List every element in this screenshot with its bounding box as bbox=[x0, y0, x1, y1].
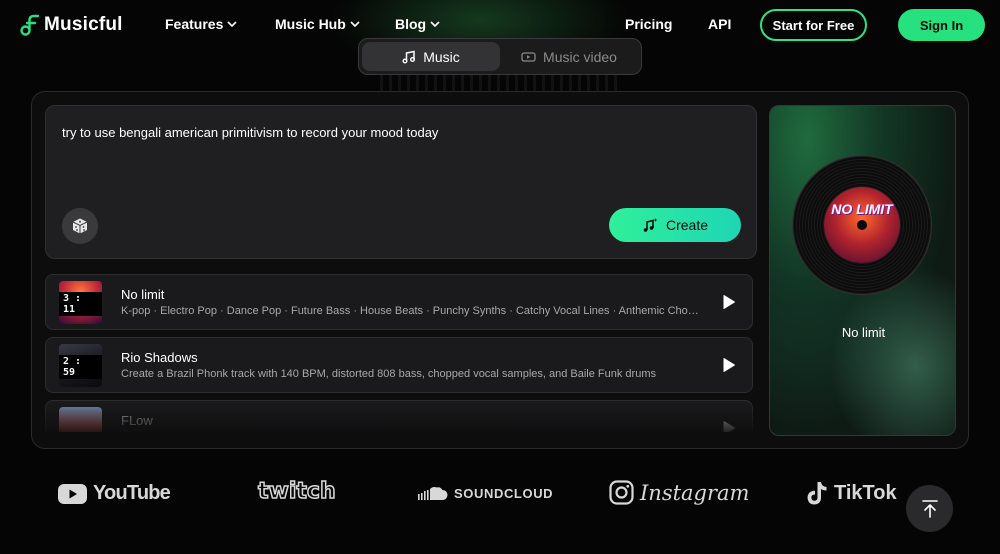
music-sparkle-icon bbox=[643, 218, 658, 232]
track-list: 3 : 11 No limit K-pop · Electro Pop · Da… bbox=[45, 274, 753, 432]
play-icon[interactable] bbox=[722, 294, 736, 310]
create-button-label: Create bbox=[665, 217, 709, 233]
nav-blog-label: Blog bbox=[395, 16, 427, 32]
prompt-box[interactable]: try to use bengali american primitivism … bbox=[45, 105, 757, 259]
logo-text: Musicful bbox=[44, 14, 123, 35]
instagram-label: Instagram bbox=[640, 480, 750, 505]
arrow-up-icon bbox=[921, 499, 938, 518]
tiktok-label: TikTok bbox=[834, 482, 897, 504]
list-item[interactable]: 3 : 11 No limit K-pop · Electro Pop · Da… bbox=[45, 274, 753, 330]
nav-pricing-label: Pricing bbox=[625, 16, 673, 32]
nav-api-label: API bbox=[708, 16, 732, 32]
track-cover: 3 : 11 bbox=[59, 281, 102, 324]
nav-pricing[interactable]: Pricing bbox=[625, 16, 672, 32]
start-free-button[interactable]: Start for Free bbox=[760, 9, 867, 41]
track-cover: 2 : 59 bbox=[59, 344, 102, 387]
preview-track-name: No limit bbox=[841, 325, 886, 340]
instagram-icon bbox=[609, 480, 634, 505]
scroll-to-top-button[interactable] bbox=[906, 485, 953, 532]
sign-in-button[interactable]: Sign In bbox=[898, 9, 985, 41]
track-title: Rio Shadows bbox=[121, 350, 198, 365]
tab-music-video-label: Music video bbox=[543, 48, 617, 65]
play-icon[interactable] bbox=[722, 420, 736, 432]
chevron-down-icon bbox=[227, 21, 237, 28]
twitch-label: twitch bbox=[257, 478, 336, 505]
music-note-icon bbox=[402, 50, 416, 63]
tab-music-video[interactable]: Music video bbox=[500, 42, 638, 71]
list-item[interactable]: FLow bbox=[45, 400, 753, 432]
cover-art-title: NO LIMIT bbox=[831, 201, 893, 217]
chevron-down-icon bbox=[350, 21, 360, 28]
track-cover bbox=[59, 407, 102, 432]
instagram-logo: Instagram bbox=[609, 480, 749, 505]
track-title: FLow bbox=[121, 413, 153, 428]
twitch-logo: twitch bbox=[257, 478, 336, 505]
soundcloud-logo: SOUNDCLOUD bbox=[416, 486, 553, 501]
tab-music[interactable]: Music bbox=[362, 42, 500, 71]
track-duration: 3 : 11 bbox=[59, 292, 102, 316]
video-icon bbox=[521, 51, 536, 62]
soundcloud-label: SOUNDCLOUD bbox=[454, 486, 554, 501]
soundcloud-icon bbox=[418, 487, 448, 500]
nav-api[interactable]: API bbox=[708, 16, 731, 32]
track-description: K-pop · Electro Pop · Dance Pop · Future… bbox=[121, 305, 701, 317]
play-icon[interactable] bbox=[722, 357, 736, 373]
dice-icon bbox=[72, 218, 88, 234]
mode-tabs: Music Music video bbox=[358, 38, 642, 75]
platform-logos: YouTube twitch SOUNDCLOUD Instagram TikT… bbox=[0, 472, 1000, 516]
chevron-down-icon bbox=[430, 21, 440, 28]
generator-panel: try to use bengali american primitivism … bbox=[31, 91, 969, 449]
tab-music-label: Music bbox=[423, 48, 460, 65]
nav-features-label: Features bbox=[165, 16, 224, 32]
random-prompt-button[interactable] bbox=[62, 208, 98, 244]
youtube-logo: YouTube bbox=[58, 482, 171, 505]
vinyl-spindle-hole bbox=[857, 220, 867, 230]
prompt-input[interactable]: try to use bengali american primitivism … bbox=[62, 125, 438, 140]
musicful-logo-icon bbox=[20, 14, 40, 36]
create-button[interactable]: Create bbox=[609, 208, 741, 242]
track-description: Create a Brazil Phonk track with 140 BPM… bbox=[121, 368, 656, 380]
logo[interactable]: Musicful bbox=[20, 14, 123, 36]
vinyl-record: NO LIMIT bbox=[793, 156, 931, 294]
track-duration: 2 : 59 bbox=[59, 355, 102, 379]
youtube-icon bbox=[58, 483, 87, 504]
nav-features[interactable]: Features bbox=[165, 16, 237, 32]
nav-blog[interactable]: Blog bbox=[395, 16, 440, 32]
nav-music-hub-label: Music Hub bbox=[275, 16, 346, 32]
nav-music-hub[interactable]: Music Hub bbox=[275, 16, 360, 32]
track-title: No limit bbox=[121, 287, 165, 302]
list-item[interactable]: 2 : 59 Rio Shadows Create a Brazil Phonk… bbox=[45, 337, 753, 393]
tiktok-icon bbox=[807, 482, 827, 505]
youtube-label: YouTube bbox=[93, 482, 171, 504]
now-playing-preview: NO LIMIT No limit bbox=[769, 105, 956, 436]
tiktok-logo: TikTok bbox=[806, 481, 897, 506]
